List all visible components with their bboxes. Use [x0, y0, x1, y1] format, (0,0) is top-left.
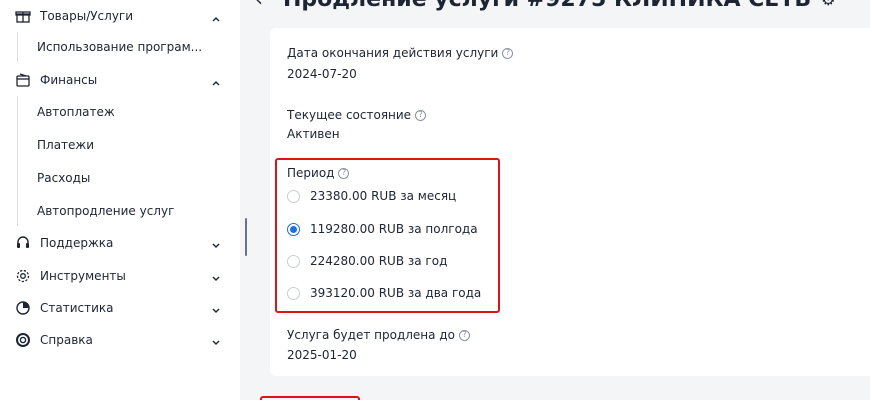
period-option-month[interactable]: 23380.00 RUB за месяц: [287, 186, 456, 206]
period-option-half-year[interactable]: 119280.00 RUB за полгода: [287, 219, 478, 239]
sidebar-item-expenses[interactable]: Расходы: [37, 162, 227, 194]
page-header: ‹ Продление услуги #9275 КЛИНИКА СЕТЬ ⚙: [255, 0, 835, 14]
period-option-label: 23380.00 RUB за месяц: [310, 189, 457, 203]
sidebar-group-products[interactable]: Товары/Услуги: [0, 0, 240, 32]
end-date-label: Дата окончания действия услуги?: [287, 46, 514, 60]
help-icon[interactable]: ?: [458, 329, 470, 341]
period-option-two-years[interactable]: 393120.00 RUB за два года: [287, 283, 481, 303]
submit-highlight[interactable]: [260, 396, 360, 400]
period-option-label: 393120.00 RUB за два года: [310, 286, 482, 300]
end-date-value: 2024-07-20: [287, 67, 357, 81]
gift-icon: [15, 8, 31, 24]
chevron-down-icon: [210, 302, 222, 314]
chevron-down-icon: [210, 270, 222, 282]
sidebar-group-label: Статистика: [40, 301, 114, 315]
help-icon[interactable]: ?: [415, 109, 427, 121]
radio-button[interactable]: [287, 189, 300, 203]
status-value: Активен: [287, 127, 340, 141]
period-option-label: 224280.00 RUB за год: [310, 254, 448, 268]
headset-icon: [15, 235, 31, 251]
sub-divider: [17, 96, 18, 226]
sidebar-item-payments[interactable]: Платежи: [37, 129, 227, 161]
help-icon[interactable]: ?: [338, 167, 350, 179]
sidebar-group-label: Финансы: [40, 73, 98, 87]
extended-until-value: 2025-01-20: [287, 348, 357, 362]
period-option-label: 119280.00 RUB за полгода: [310, 222, 478, 236]
sidebar-group-label: Инструменты: [40, 269, 126, 283]
gear-icon: [15, 268, 31, 284]
sidebar: Товары/Услуги Использование програм... Ф…: [0, 0, 240, 400]
period-label: Период?: [287, 166, 350, 180]
sidebar-group-statistics[interactable]: Статистика: [0, 292, 240, 324]
help-icon[interactable]: ?: [502, 47, 514, 59]
status-label: Текущее состояние?: [287, 108, 427, 122]
extended-until-label: Услуга будет продлена до?: [287, 328, 470, 342]
lifebuoy-icon: [15, 332, 31, 348]
radio-button[interactable]: [287, 254, 300, 268]
settings-icon[interactable]: ⚙: [821, 0, 835, 9]
radio-button[interactable]: [287, 286, 300, 300]
pie-chart-icon: [15, 300, 31, 316]
radio-button-selected[interactable]: [287, 222, 300, 236]
sidebar-item-autorenewal[interactable]: Автопродление услуг: [37, 195, 227, 227]
page-title: Продление услуги #9275 КЛИНИКА СЕТЬ: [283, 0, 811, 12]
chevron-up-icon: [210, 10, 222, 22]
back-button[interactable]: ‹: [255, 0, 263, 11]
sidebar-group-finance[interactable]: Финансы: [0, 64, 240, 96]
sidebar-group-help[interactable]: Справка: [0, 324, 240, 356]
sidebar-group-tools[interactable]: Инструменты: [0, 260, 240, 292]
chevron-up-icon: [210, 74, 222, 86]
sub-divider: [17, 32, 18, 62]
sidebar-scrollbar[interactable]: [245, 218, 247, 256]
chevron-down-icon: [210, 334, 222, 346]
sidebar-group-label: Поддержка: [40, 236, 114, 250]
sidebar-group-label: Товары/Услуги: [40, 9, 134, 23]
sidebar-group-support[interactable]: Поддержка: [0, 227, 240, 259]
sidebar-item-program-usage[interactable]: Использование програм...: [37, 31, 227, 63]
period-option-year[interactable]: 224280.00 RUB за год: [287, 251, 447, 271]
sidebar-item-autopay[interactable]: Автоплатеж: [37, 96, 227, 128]
chevron-down-icon: [210, 237, 222, 249]
wallet-icon: [15, 72, 31, 88]
sidebar-group-label: Справка: [40, 333, 93, 347]
